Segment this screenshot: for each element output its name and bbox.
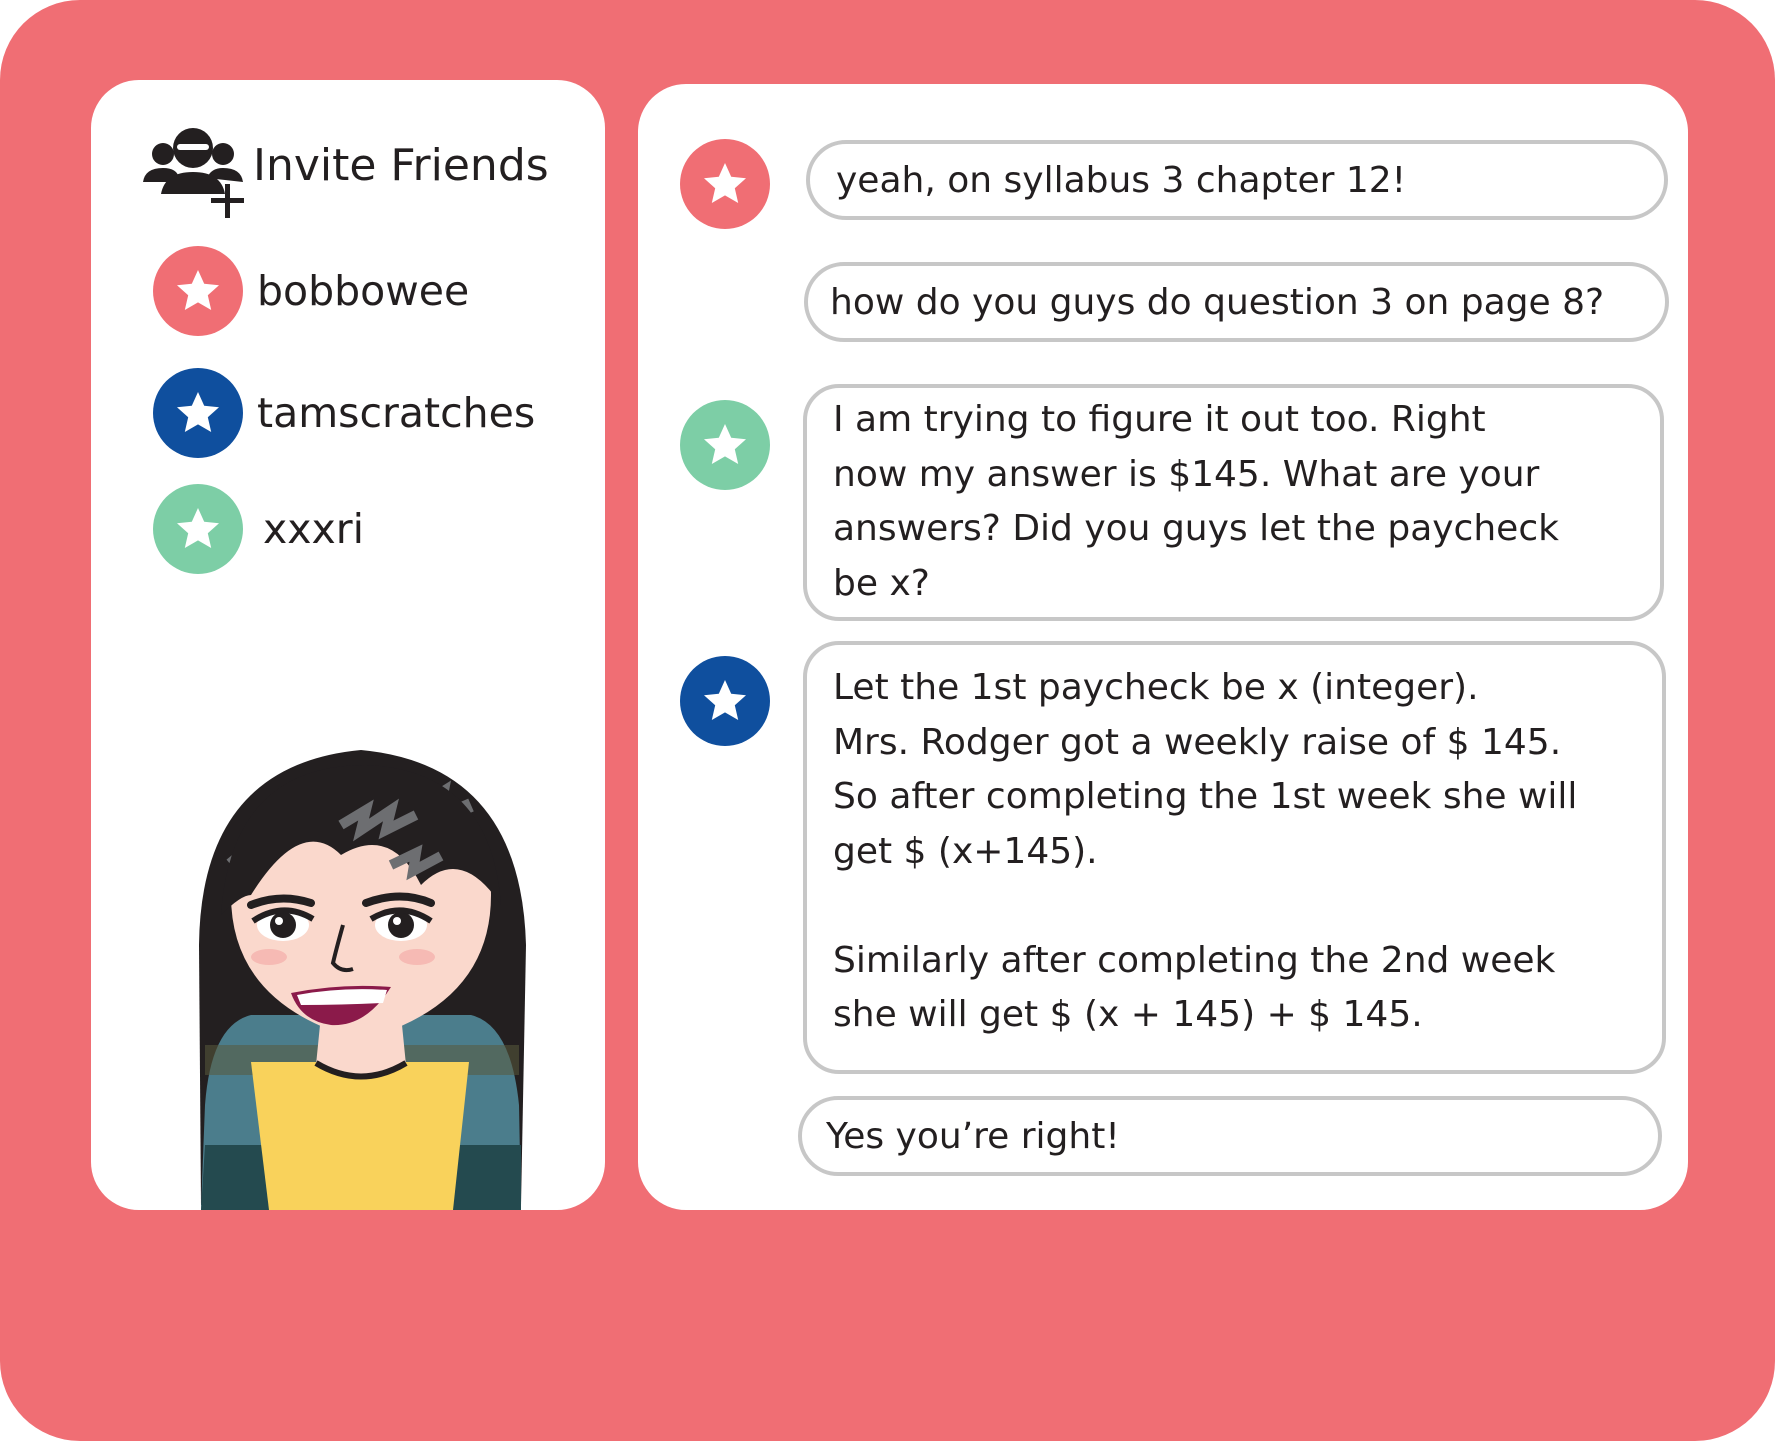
profile-avatar-illustration bbox=[199, 750, 526, 1210]
star-icon bbox=[704, 424, 746, 464]
app-frame: Invite Friends bobbowee tamscratches xxx… bbox=[0, 0, 1775, 1441]
friends-sidebar: Invite Friends bobbowee tamscratches xxx… bbox=[91, 80, 605, 1210]
message-text: yeah, on syllabus 3 chapter 12! bbox=[836, 159, 1407, 201]
message-text: be x? bbox=[833, 562, 930, 604]
friend-item-xxxri[interactable]: xxxri bbox=[153, 483, 364, 575]
sender-avatar bbox=[680, 400, 770, 490]
message-text: Yes you’re right! bbox=[826, 1115, 1120, 1157]
invite-friends-label: Invite Friends bbox=[253, 139, 549, 191]
star-icon bbox=[177, 270, 219, 310]
sender-avatar bbox=[680, 656, 770, 746]
message-text: now my answer is $145. What are your bbox=[833, 453, 1540, 495]
message-text: So after completing the 1st week she wil… bbox=[833, 776, 1578, 817]
friend-avatar bbox=[153, 368, 243, 458]
message-bubble: I am trying to figure it out too. Right … bbox=[803, 384, 1664, 621]
message-text: how do you guys do question 3 on page 8? bbox=[830, 281, 1605, 323]
add-group-icon bbox=[143, 128, 244, 218]
message-bubble: Yes you’re right! bbox=[798, 1096, 1662, 1176]
friend-avatar bbox=[153, 484, 243, 574]
friend-item-tamscratches[interactable]: tamscratches bbox=[153, 367, 535, 459]
chat-panel: yeah, on syllabus 3 chapter 12! how do y… bbox=[638, 84, 1688, 1210]
message-bubble: yeah, on syllabus 3 chapter 12! bbox=[806, 140, 1668, 220]
friend-name: xxxri bbox=[263, 505, 365, 553]
invite-friends-button[interactable]: Invite Friends bbox=[139, 120, 549, 220]
friend-item-bobbowee[interactable]: bobbowee bbox=[153, 245, 469, 337]
message-bubble: how do you guys do question 3 on page 8? bbox=[804, 262, 1669, 342]
friend-name: bobbowee bbox=[257, 267, 470, 315]
message-text: Let the 1st paycheck be x (integer). bbox=[833, 667, 1479, 708]
message-text: Mrs. Rodger got a weekly raise of $ 145. bbox=[833, 721, 1562, 763]
message-text: answers? Did you guys let the paycheck bbox=[833, 508, 1559, 549]
message-text: I am trying to figure it out too. Right bbox=[833, 399, 1486, 440]
message-bubble: Let the 1st paycheck be x (integer). Mrs… bbox=[803, 641, 1666, 1074]
star-icon bbox=[704, 163, 746, 203]
star-icon bbox=[177, 392, 219, 432]
sender-avatar bbox=[680, 139, 770, 229]
message-text: get $ (x+145). bbox=[833, 830, 1098, 872]
star-icon bbox=[177, 508, 219, 548]
message-text: Similarly after completing the 2nd week bbox=[833, 939, 1556, 981]
friend-name: tamscratches bbox=[257, 389, 536, 437]
friend-avatar bbox=[153, 246, 243, 336]
message-text: she will get $ (x + 145) + $ 145. bbox=[833, 994, 1423, 1035]
star-icon bbox=[704, 680, 746, 720]
